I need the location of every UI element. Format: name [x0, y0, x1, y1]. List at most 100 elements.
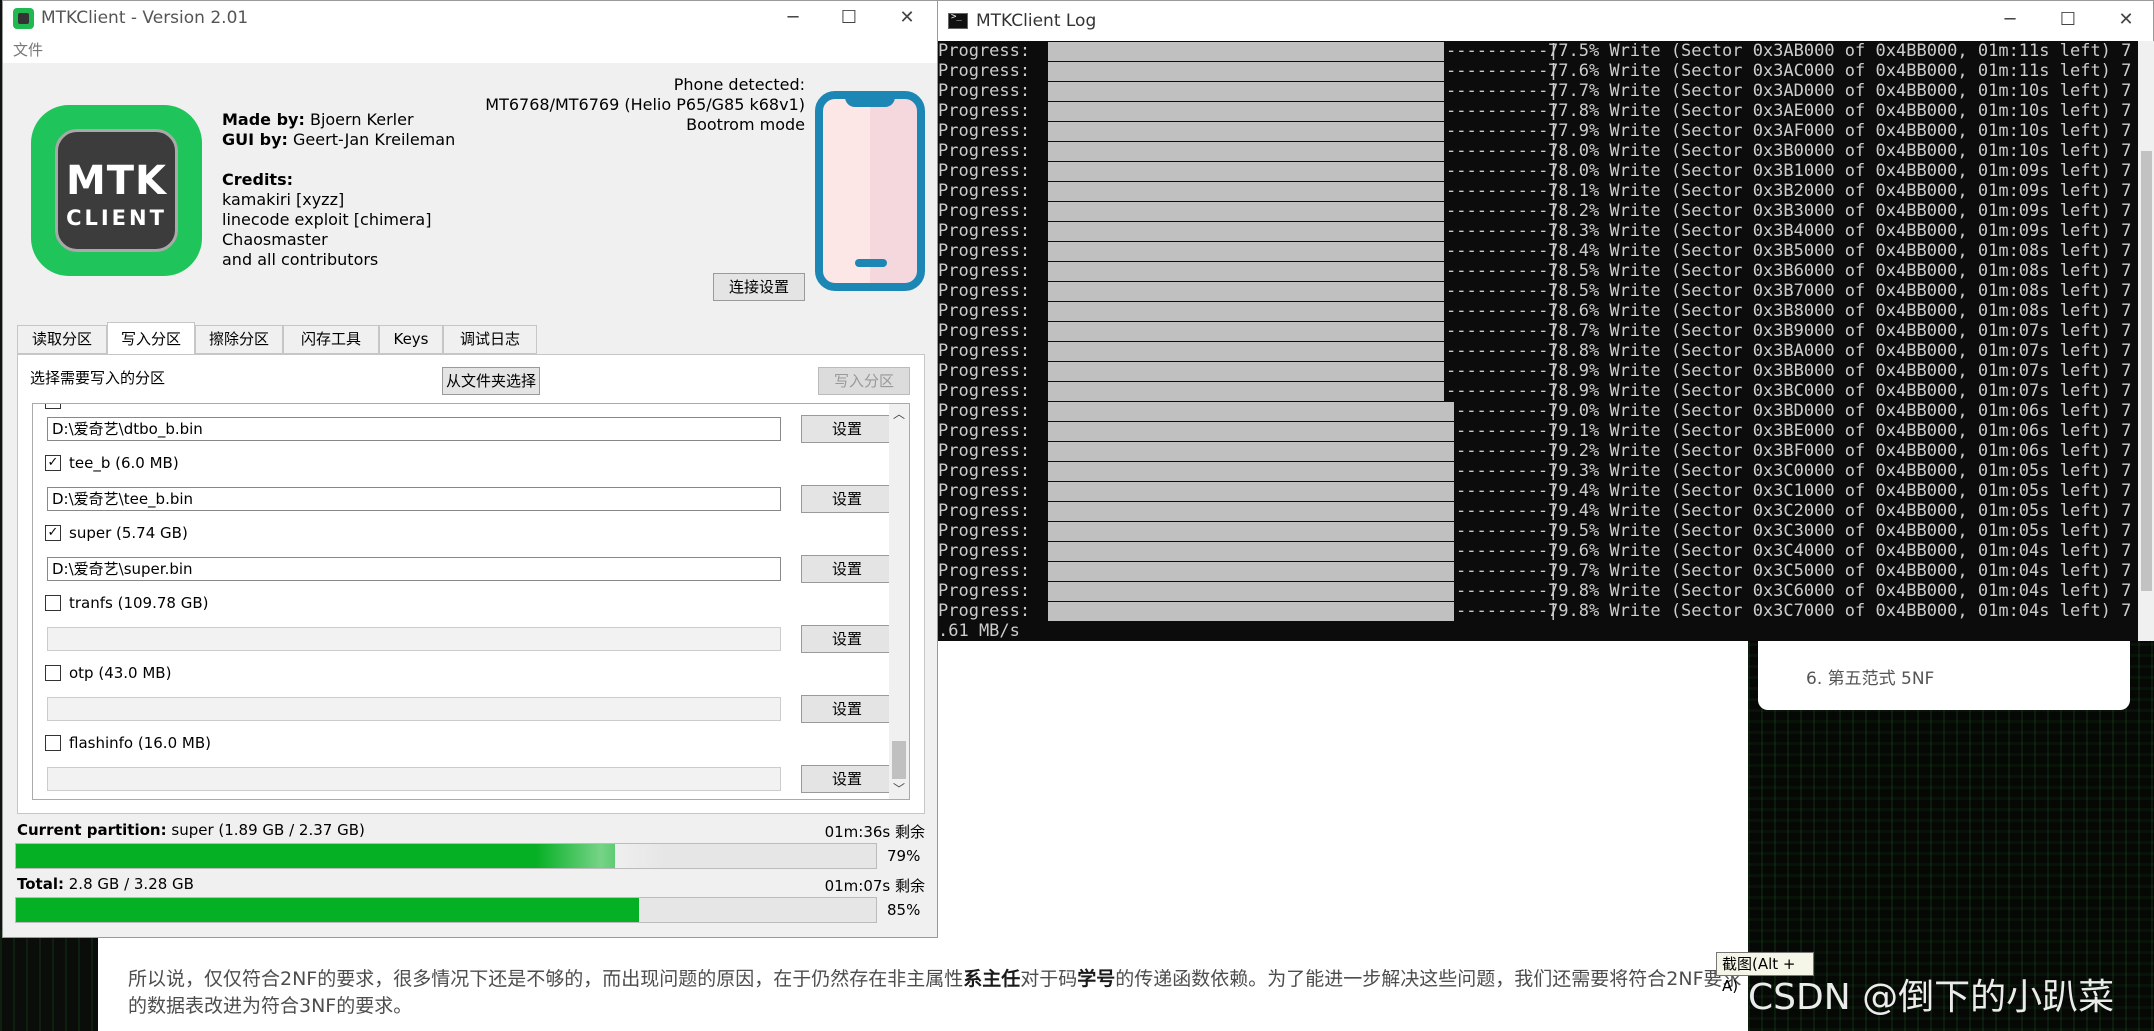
log-progress-dashes: ---------|: [1456, 461, 1559, 481]
credit-4: and all contributors: [222, 250, 379, 269]
console-icon: [948, 12, 968, 29]
checkbox-icon[interactable]: [45, 594, 61, 611]
total-label: Total: 2.8 GB / 3.28 GB: [17, 875, 194, 893]
log-progress-block: [1048, 462, 1454, 481]
log-progress-block: [1048, 402, 1454, 421]
log-line-text: 78.7% Write (Sector 0x3B9000 of 0x4BB000…: [1548, 321, 2132, 341]
credits-label: Credits:: [222, 170, 293, 189]
log-line: Progress: ----------| 78.0% Write (Sector …: [938, 141, 2138, 161]
log-line-text: 79.5% Write (Sector 0x3C3000 of 0x4BB000…: [1548, 521, 2132, 541]
partition-checkbox-otp[interactable]: otp (43.0 MB): [45, 662, 171, 684]
log-progress-dashes: ----------|: [1446, 61, 1559, 81]
set-button-tee-b[interactable]: 设置: [801, 485, 893, 513]
path-field-tee-b[interactable]: D:\爱奇艺\tee_b.bin: [47, 487, 781, 511]
set-button-super[interactable]: 设置: [801, 555, 893, 583]
log-line-prefix: Progress:: [938, 341, 1031, 361]
write-partition-button[interactable]: 写入分区: [818, 367, 910, 395]
checkbox-icon[interactable]: [45, 404, 61, 409]
log-progress-dashes: ---------|: [1456, 581, 1559, 601]
partition-checkbox-super[interactable]: ✓ super (5.74 GB): [45, 522, 188, 544]
log-line: Progress: ---------| 79.2% Write (Sector 0…: [938, 441, 2138, 461]
partition-checkbox-tranfs[interactable]: tranfs (109.78 GB): [45, 592, 208, 614]
log-progress-block: [1048, 442, 1454, 461]
partition-checkbox-flashinfo[interactable]: flashinfo (16.0 MB): [45, 732, 211, 754]
path-field-otp[interactable]: [47, 697, 781, 721]
tab-debug-log[interactable]: 调试日志: [443, 325, 537, 354]
log-title-bar[interactable]: MTKClient Log ─ ☐ ✕: [938, 1, 2153, 41]
log-line: Progress: ----------| 78.1% Write (Sector …: [938, 181, 2138, 201]
tab-write[interactable]: 写入分区: [107, 322, 195, 355]
path-field-tranfs[interactable]: [47, 627, 781, 651]
checkbox-checked-icon[interactable]: ✓: [45, 524, 61, 541]
set-button-flashinfo[interactable]: 设置: [801, 765, 893, 793]
phone-mode: Bootrom mode: [686, 115, 805, 134]
logo-text-client: CLIENT: [66, 206, 167, 230]
set-button-tranfs[interactable]: 设置: [801, 625, 893, 653]
maximize-icon[interactable]: ☐: [829, 5, 869, 31]
log-line: Progress: ----------| 78.8% Write (Sector …: [938, 341, 2138, 361]
log-scrollbar[interactable]: [2138, 41, 2154, 641]
total-progress-bar: [15, 897, 877, 923]
log-line-text: 77.7% Write (Sector 0x3AD000 of 0x4BB000…: [1548, 81, 2132, 101]
log-line: Progress: ----------| 78.9% Write (Sector …: [938, 381, 2138, 401]
partition-list-scrollbar[interactable]: ︿ ﹀: [889, 404, 909, 799]
menu-file[interactable]: 文件: [13, 39, 43, 60]
log-line-text: 78.9% Write (Sector 0x3BB000 of 0x4BB000…: [1548, 361, 2132, 381]
partition-checkbox-tee-b[interactable]: ✓ tee_b (6.0 MB): [45, 452, 179, 474]
log-line-text: 78.4% Write (Sector 0x3B5000 of 0x4BB000…: [1548, 241, 2132, 261]
checkbox-icon[interactable]: [45, 734, 61, 751]
log-progress-block: [1048, 222, 1444, 241]
log-progress-dashes: ---------|: [1456, 561, 1559, 581]
log-line-prefix: Progress:: [938, 321, 1031, 341]
log-scrollbar-thumb[interactable]: [2141, 151, 2152, 591]
log-line: Progress: ----------| 78.5% Write (Sector …: [938, 261, 2138, 281]
toc-item[interactable]: 6. 第五范式 5NF: [1806, 664, 1934, 689]
log-progress-dashes: ----------|: [1446, 141, 1559, 161]
tab-erase[interactable]: 擦除分区: [195, 325, 283, 354]
current-remaining: 01m:36s 剩余: [824, 823, 925, 841]
log-line-prefix: Progress:: [938, 561, 1031, 581]
close-icon[interactable]: ✕: [887, 5, 927, 31]
maximize-icon[interactable]: ☐: [2048, 7, 2088, 33]
log-progress-dashes: ---------|: [1456, 501, 1559, 521]
tab-keys[interactable]: Keys: [379, 325, 443, 354]
log-progress-block: [1048, 542, 1454, 561]
log-window: MTKClient Log ─ ☐ ✕ .61 MB/s Progress: --…: [937, 0, 2154, 641]
path-field-dtbo-b[interactable]: D:\爱奇艺\dtbo_b.bin: [47, 417, 781, 441]
bold-term-2: 学号: [1077, 968, 1116, 990]
log-progress-dashes: ----------|: [1446, 181, 1559, 201]
title-bar[interactable]: MTKClient - Version 2.01 ─ ☐ ✕: [3, 1, 937, 35]
log-progress-dashes: ----------|: [1446, 321, 1559, 341]
log-line-text: 78.6% Write (Sector 0x3B8000 of 0x4BB000…: [1548, 301, 2132, 321]
scroll-up-icon[interactable]: ︿: [889, 404, 909, 424]
tab-flash-tools[interactable]: 闪存工具: [283, 325, 379, 354]
current-progress-bar: [15, 843, 877, 869]
log-progress-dashes: ---------|: [1456, 421, 1559, 441]
log-progress-dashes: ----------|: [1446, 361, 1559, 381]
credit-3: Chaosmaster: [222, 230, 328, 249]
scrollbar-thumb[interactable]: [892, 741, 906, 779]
log-progress-block: [1048, 302, 1444, 321]
log-progress-block: [1048, 102, 1444, 121]
path-field-flashinfo[interactable]: [47, 767, 781, 791]
scroll-down-icon[interactable]: ﹀: [889, 779, 909, 799]
connect-settings-button[interactable]: 连接设置: [713, 273, 805, 301]
log-progress-dashes: ---------|: [1456, 481, 1559, 501]
log-progress-dashes: ----------|: [1446, 201, 1559, 221]
log-console[interactable]: .61 MB/s Progress: ----------| 77.5% Write…: [938, 41, 2138, 641]
from-folder-button[interactable]: 从文件夹选择: [442, 367, 540, 395]
checkbox-checked-icon[interactable]: ✓: [45, 454, 61, 471]
partition-checkbox-hidden[interactable]: [45, 404, 69, 412]
minimize-icon[interactable]: ─: [773, 5, 813, 31]
minimize-icon[interactable]: ─: [1990, 7, 2030, 33]
credit-2: linecode exploit [chimera]: [222, 210, 432, 229]
close-icon[interactable]: ✕: [2106, 7, 2146, 33]
set-button-otp[interactable]: 设置: [801, 695, 893, 723]
tab-read[interactable]: 读取分区: [17, 325, 107, 354]
log-progress-dashes: ----------|: [1446, 221, 1559, 241]
set-button-dtbo-b[interactable]: 设置: [801, 415, 893, 443]
partition-list[interactable]: D:\爱奇艺\dtbo_b.bin 设置 ✓ tee_b (6.0 MB) D:\…: [32, 403, 910, 800]
checkbox-icon[interactable]: [45, 664, 61, 681]
log-line: Progress: ----------| 78.4% Write (Sector …: [938, 241, 2138, 261]
path-field-super[interactable]: D:\爱奇艺\super.bin: [47, 557, 781, 581]
